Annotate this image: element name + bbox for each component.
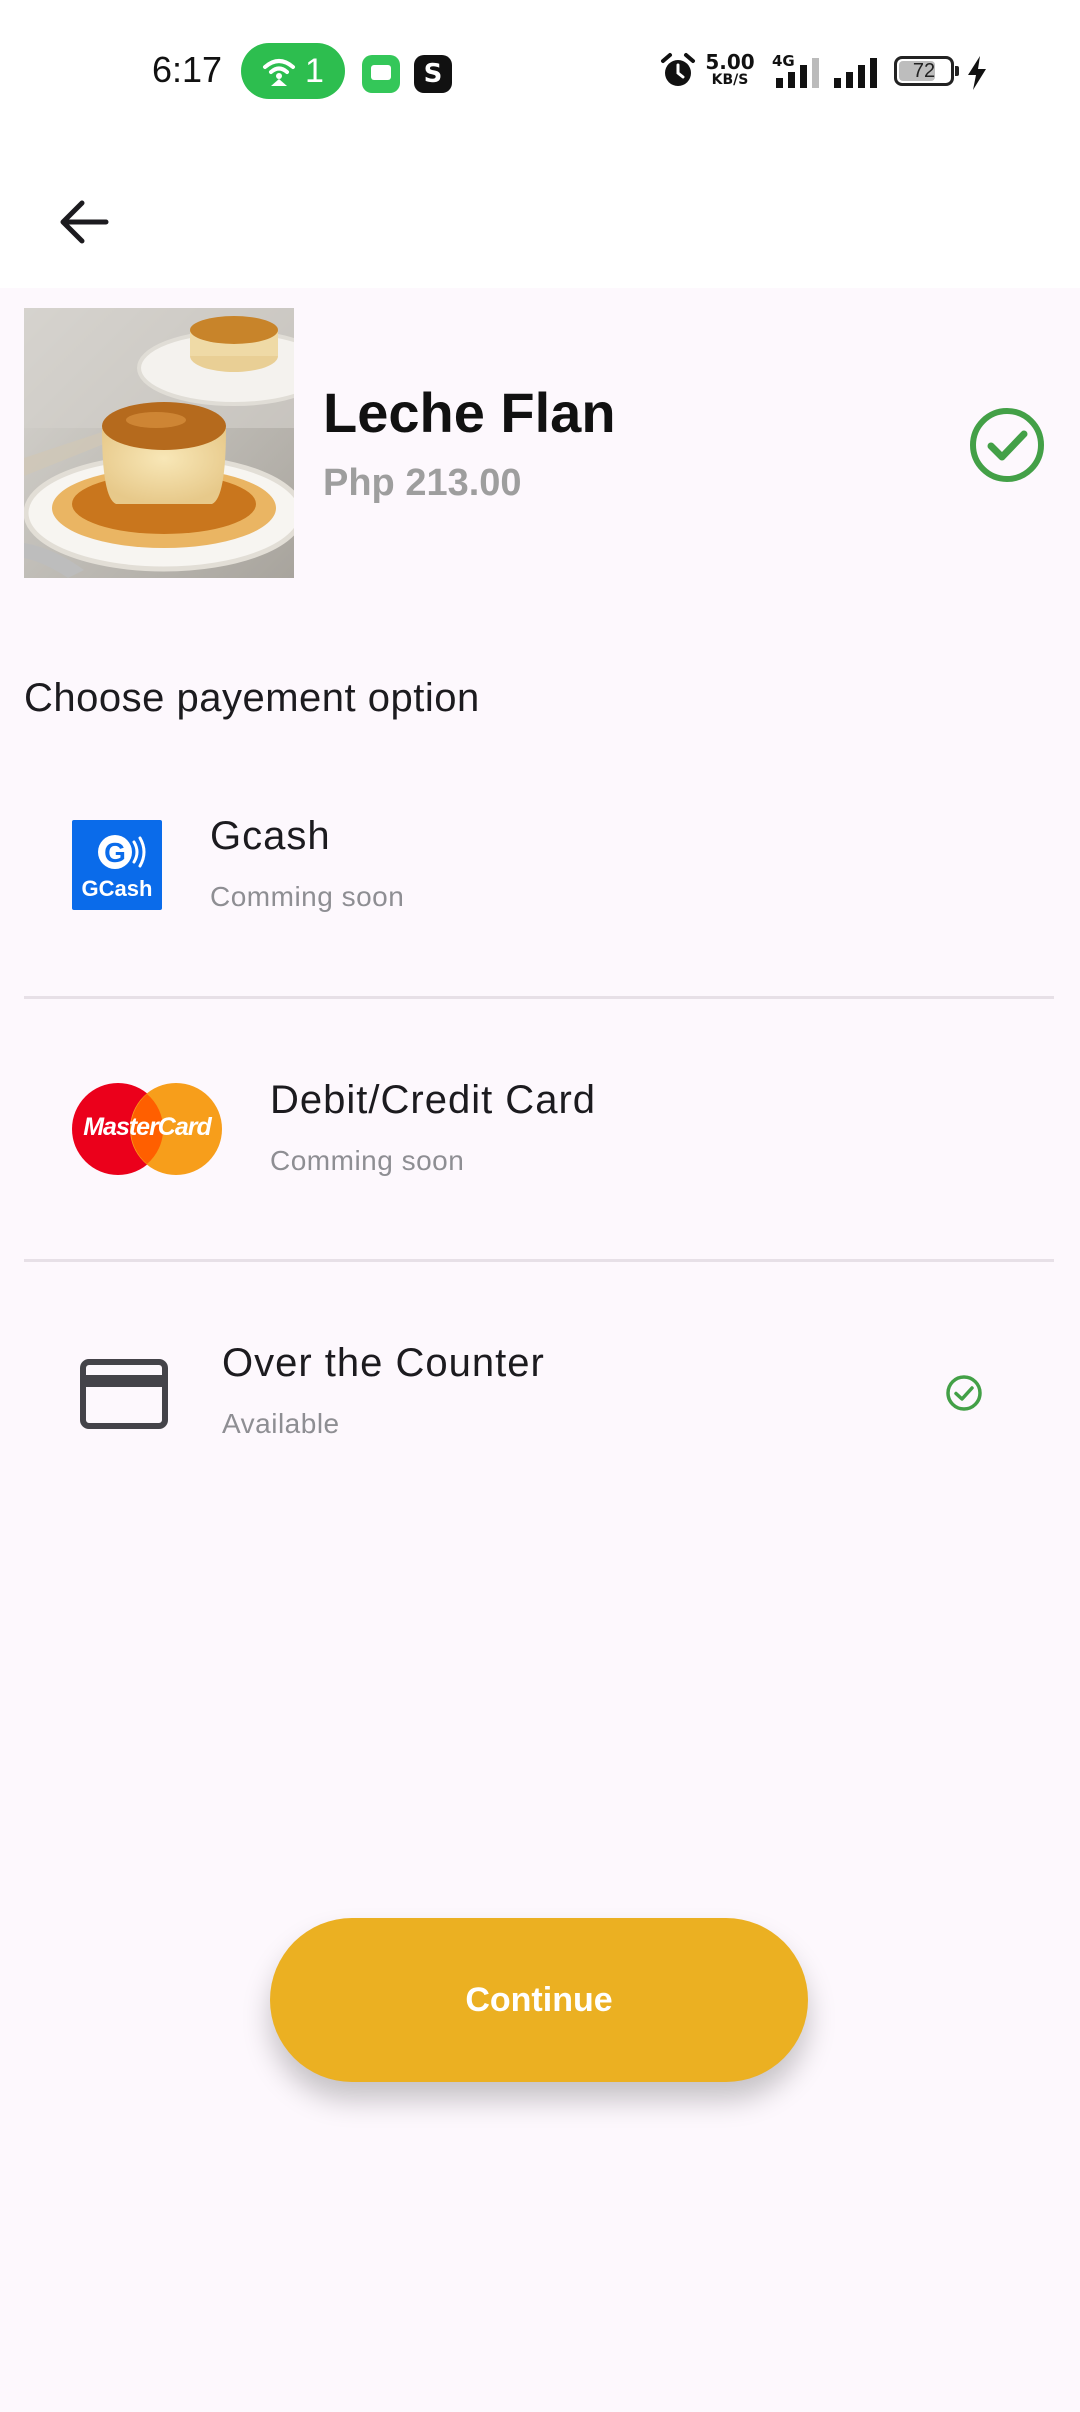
- continue-button-label: Continue: [465, 1981, 613, 2019]
- payment-option-gcash[interactable]: G GCash Gcash Comming soon: [24, 736, 1054, 996]
- hotspot-count: 1: [305, 52, 324, 90]
- credit-card-icon: [80, 1359, 168, 1429]
- network-speed: 5.00 KB/S: [704, 52, 756, 88]
- divider: [24, 996, 1054, 999]
- product-price: Php 213.00: [323, 462, 522, 504]
- payment-option-status: Available: [222, 1408, 340, 1439]
- battery-icon: 72: [894, 56, 959, 86]
- product-name: Leche Flan: [323, 381, 616, 444]
- payment-section-title: Choose payement option: [24, 676, 480, 720]
- payment-option-title: Gcash: [210, 814, 331, 858]
- alarm-icon: [661, 53, 695, 86]
- payment-option-over-the-counter[interactable]: Over the Counter Available: [24, 1263, 1054, 1523]
- product-image: [24, 308, 294, 578]
- gcash-logo-text: GCash: [81, 876, 153, 901]
- check-circle-icon: [946, 1375, 982, 1411]
- battery-level: 72: [912, 60, 936, 82]
- back-button[interactable]: [44, 182, 124, 262]
- payment-option-card[interactable]: MasterCard Debit/Credit Card Comming soo…: [24, 1000, 1054, 1260]
- leche-flan-photo: [24, 308, 294, 578]
- svg-text:G: G: [104, 837, 126, 868]
- gcash-logo: G GCash: [72, 820, 162, 910]
- s-app-notification-icon: S: [414, 55, 452, 93]
- signal-sim2-icon: [834, 58, 877, 88]
- charging-icon: [968, 56, 986, 90]
- network-speed-unit: KB/S: [711, 72, 749, 88]
- check-circle-icon: [970, 408, 1044, 482]
- status-time: 6:17: [152, 49, 223, 90]
- arrow-back-icon: [60, 200, 109, 244]
- divider: [24, 1259, 1054, 1262]
- status-bar: 6:17 1 S 5.00 KB/S 4G 72: [0, 0, 1080, 140]
- hotspot-indicator: 1: [241, 43, 345, 99]
- payment-option-title: Over the Counter: [222, 1341, 545, 1385]
- app-bar: [0, 140, 1080, 288]
- hotspot-icon: [263, 59, 295, 86]
- network-speed-value: 5.00: [705, 50, 755, 74]
- payment-option-title: Debit/Credit Card: [270, 1078, 597, 1122]
- continue-button[interactable]: Continue: [270, 1918, 808, 2082]
- mastercard-logo-text: MasterCard: [83, 1113, 212, 1141]
- signal-sim1-icon: [776, 58, 819, 88]
- mastercard-logo: MasterCard: [71, 1082, 223, 1176]
- payment-option-status: Comming soon: [270, 1145, 465, 1176]
- messages-notification-icon: [362, 55, 400, 93]
- payment-option-status: Comming soon: [210, 881, 405, 912]
